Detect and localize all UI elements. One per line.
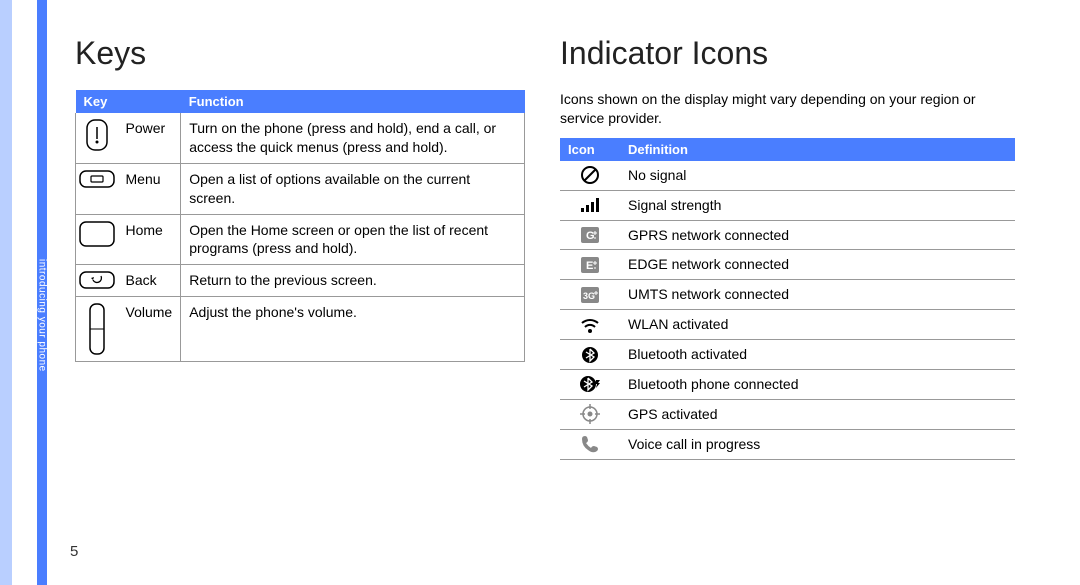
bluetooth-connected-icon <box>562 375 618 393</box>
home-key-icon <box>79 221 115 247</box>
table-row: Bluetooth phone connected <box>560 370 1015 400</box>
indicator-intro: Icons shown on the display might vary de… <box>560 90 1015 128</box>
table-row: Volume Adjust the phone's volume. <box>76 297 525 362</box>
icon-def: UMTS network connected <box>620 280 1015 310</box>
power-key-icon <box>86 119 108 151</box>
key-desc: Return to the previous screen. <box>181 265 525 297</box>
icons-col-icon: Icon <box>560 138 620 161</box>
key-desc: Open a list of options available on the … <box>181 163 525 214</box>
voice-call-icon <box>562 434 618 454</box>
key-name: Back <box>118 265 181 297</box>
keys-col-function: Function <box>181 90 525 113</box>
key-name: Home <box>118 214 181 265</box>
table-row: G GPRS network connected <box>560 220 1015 250</box>
key-name: Menu <box>118 163 181 214</box>
table-row: E EDGE network connected <box>560 250 1015 280</box>
keys-section: Keys Key Function Power Turn on the phon… <box>75 35 525 362</box>
keys-table: Key Function Power Turn on the phone (pr… <box>75 90 525 362</box>
svg-text:E: E <box>586 260 593 272</box>
icon-def: No signal <box>620 161 1015 190</box>
bluetooth-icon <box>562 346 618 364</box>
icon-def: GPRS network connected <box>620 220 1015 250</box>
table-row: Back Return to the previous screen. <box>76 265 525 297</box>
icon-def: Bluetooth activated <box>620 340 1015 370</box>
table-row: Bluetooth activated <box>560 340 1015 370</box>
svg-text:G: G <box>586 230 595 242</box>
keys-col-key: Key <box>76 90 181 113</box>
signal-strength-icon <box>562 197 618 213</box>
svg-text:3G: 3G <box>583 291 595 301</box>
volume-key-icon <box>89 303 105 355</box>
key-name: Volume <box>118 297 181 362</box>
table-row: Menu Open a list of options available on… <box>76 163 525 214</box>
back-key-icon <box>79 271 115 289</box>
table-row: WLAN activated <box>560 310 1015 340</box>
table-row: Signal strength <box>560 190 1015 220</box>
icon-def: EDGE network connected <box>620 250 1015 280</box>
icons-col-definition: Definition <box>620 138 1015 161</box>
key-desc: Open the Home screen or open the list of… <box>181 214 525 265</box>
indicator-heading: Indicator Icons <box>560 35 1015 72</box>
icons-table: Icon Definition No signal Signal <box>560 138 1015 460</box>
page-number: 5 <box>70 543 78 560</box>
gps-icon <box>562 404 618 424</box>
icon-def: GPS activated <box>620 399 1015 429</box>
key-desc: Adjust the phone's volume. <box>181 297 525 362</box>
edge-icon: E <box>562 256 618 274</box>
wlan-icon <box>562 316 618 334</box>
gprs-icon: G <box>562 226 618 244</box>
table-row: No signal <box>560 161 1015 190</box>
no-signal-icon <box>562 165 618 185</box>
sidebar-gap <box>12 0 37 585</box>
sidebar-section-label: introducing your phone <box>37 250 47 380</box>
sidebar-accent-light <box>0 0 12 585</box>
table-row: Power Turn on the phone (press and hold)… <box>76 113 525 163</box>
table-row: GPS activated <box>560 399 1015 429</box>
icon-def: Signal strength <box>620 190 1015 220</box>
umts-icon: 3G <box>562 286 618 304</box>
icon-def: WLAN activated <box>620 310 1015 340</box>
table-row: Voice call in progress <box>560 429 1015 459</box>
key-name: Power <box>118 113 181 163</box>
table-row: Home Open the Home screen or open the li… <box>76 214 525 265</box>
keys-heading: Keys <box>75 35 525 72</box>
key-desc: Turn on the phone (press and hold), end … <box>181 113 525 163</box>
menu-key-icon <box>79 170 115 188</box>
icon-def: Voice call in progress <box>620 429 1015 459</box>
indicator-icons-section: Indicator Icons Icons shown on the displ… <box>560 35 1015 460</box>
table-row: 3G UMTS network connected <box>560 280 1015 310</box>
icon-def: Bluetooth phone connected <box>620 370 1015 400</box>
